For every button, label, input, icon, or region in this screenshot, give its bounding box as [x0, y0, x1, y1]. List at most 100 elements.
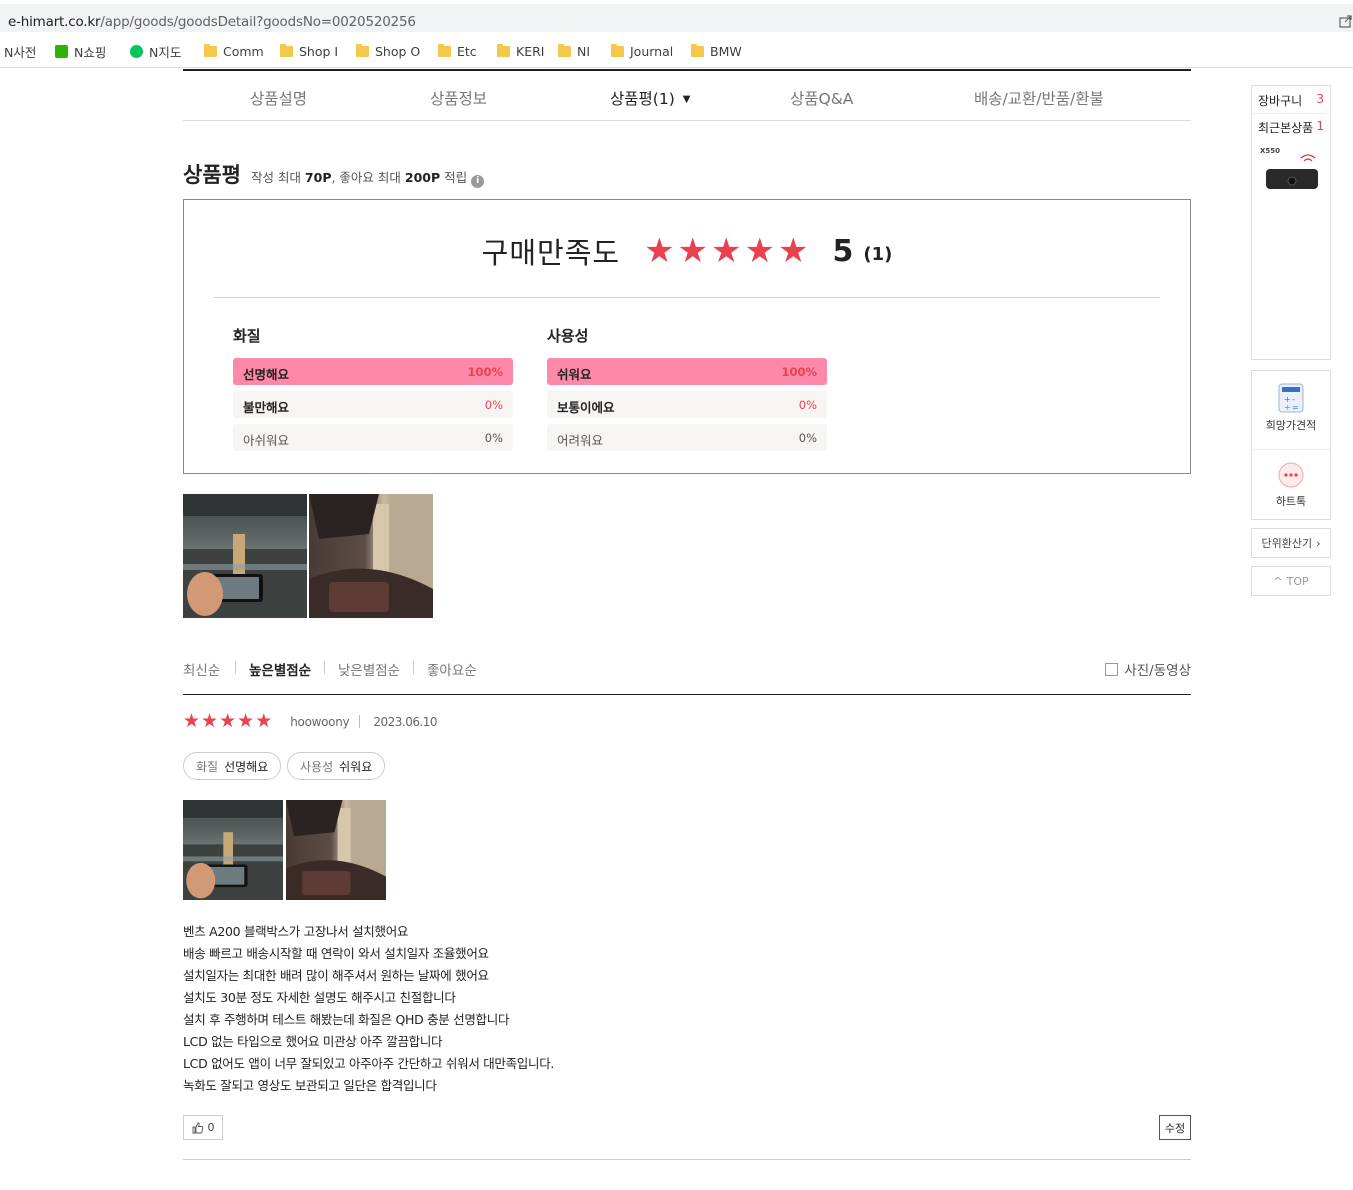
satisfaction-label: 구매만족도 [481, 236, 621, 270]
review-photo[interactable] [286, 800, 386, 900]
chevron-up-icon: ^ [1273, 574, 1283, 588]
bookmark-folder-shop-i[interactable]: Shop I [280, 41, 338, 61]
sort-highest-rating[interactable]: 높은별점순 [249, 659, 311, 679]
review-line: 설치 후 주행하며 테스트 해봤는데 화질은 QHD 충분 선명합니다 [183, 1012, 510, 1027]
sort-latest[interactable]: 최신순 [183, 659, 220, 679]
dashcam-mounted-photo [286, 800, 386, 900]
chip-value: 선명해요 [224, 759, 269, 774]
bookmark-folder-etc[interactable]: Etc [438, 41, 477, 61]
star-icon: ★ [644, 231, 675, 271]
attribute-percent: 0% [798, 398, 817, 412]
chat-link[interactable]: 하트톡 [1252, 461, 1330, 509]
bookmark-folder-bmw[interactable]: BMW [691, 41, 742, 61]
bookmark-label: BMW [710, 43, 742, 59]
naver-map-icon [130, 44, 143, 58]
chip-value: 쉬워요 [339, 759, 373, 774]
bookmark-label: N지도 [149, 44, 182, 60]
sort-lowest-rating[interactable]: 낮은별점순 [338, 659, 400, 679]
price-quote-link[interactable]: + - ÷ = 희망가견적 [1252, 383, 1330, 433]
share-icon[interactable] [1339, 14, 1353, 28]
review-photo-thumbnail[interactable] [183, 494, 307, 618]
review-section-title: 상품평 [183, 163, 241, 187]
star-icon: ★ [183, 710, 201, 732]
chip-key: 화질 [196, 759, 219, 774]
tab-description[interactable]: 상품설명 [250, 87, 307, 109]
review-line: 벤츠 A200 블랙박스가 고장나서 설치했어요 [183, 924, 409, 939]
review-sort-bar: 최신순 높은별점순 낮은별점순 좋아요순 사진/동영상 [183, 654, 1191, 695]
bookmark-nshopping[interactable]: N쇼핑 [55, 41, 106, 61]
tab-info[interactable]: 상품정보 [430, 87, 487, 109]
bookmark-label: Comm [223, 43, 264, 59]
chat-bubble-icon [1278, 462, 1304, 488]
folder-icon [558, 43, 571, 57]
address-bar[interactable]: e-himart.co.kr/app/goods/goodsDetail?goo… [0, 4, 1353, 32]
bookmark-ndic[interactable]: N사전 [4, 41, 36, 61]
cart-link[interactable]: 장바구니 3 [1258, 92, 1324, 109]
unit-converter-button[interactable]: 단위환산기 › [1251, 528, 1331, 558]
recent-products-link[interactable]: 최근본상품 1 [1258, 119, 1324, 136]
attribute-label: 선명해요 [243, 367, 290, 382]
review-attribute-chip: 화질 선명해요 [183, 752, 282, 780]
review-point-note: 작성 최대 70P, 좋아요 최대 200P 적립 i [250, 167, 485, 188]
review-header: ★ ★ ★ ★ ★ hoowoony 2023.06.10 [183, 710, 438, 732]
tab-reviews[interactable]: 상품평(1) ▼ [610, 87, 690, 109]
thumbs-up-icon [192, 1122, 203, 1133]
attribute-percent: 100% [467, 365, 503, 379]
sort-divider [413, 661, 414, 674]
note-text: 적립 [440, 170, 468, 185]
review-author: hoowoony [290, 714, 350, 729]
url-host: e-himart.co.kr [8, 14, 101, 30]
bookmark-label: KERI [516, 43, 545, 59]
scroll-top-button[interactable]: ^ TOP [1251, 566, 1331, 596]
tab-reviews-label: 상품평(1) [610, 90, 675, 108]
tab-qna[interactable]: 상품Q&A [790, 87, 853, 109]
bookmark-folder-comm[interactable]: Comm [204, 41, 264, 61]
attribute-bar: 선명해요 100% [233, 358, 513, 385]
bookmark-folder-ni[interactable]: NI [558, 41, 590, 61]
edit-review-button[interactable]: 수정 [1159, 1115, 1191, 1140]
recent-product-text: X550 [1260, 147, 1281, 155]
chip-key: 사용성 [300, 759, 334, 774]
bookmark-label: Shop O [375, 43, 421, 59]
tab-shipping-returns[interactable]: 배송/교환/반품/환불 [974, 87, 1104, 109]
sidebar-divider [1252, 113, 1330, 114]
address-text[interactable]: e-himart.co.kr/app/goods/goodsDetail?goo… [8, 14, 416, 30]
browser-url-bar: e-himart.co.kr/app/goods/goodsDetail?goo… [0, 0, 1353, 36]
star-icon: ★ [778, 231, 809, 271]
info-icon[interactable]: i [471, 175, 485, 188]
review-body: 벤츠 A200 블랙박스가 고장나서 설치했어요 배송 빠르고 배송시작할 때 … [183, 921, 554, 1097]
attribute-bar: 어려워요 0% [547, 424, 827, 451]
attribute-label: 보통이에요 [557, 400, 615, 415]
chat-label: 하트톡 [1275, 495, 1307, 508]
like-button[interactable]: 0 [183, 1115, 223, 1140]
review-line: LCD 없는 타입으로 했어요 미관상 아주 깔끔합니다 [183, 1034, 443, 1049]
bookmark-folder-keri[interactable]: KERI [497, 41, 544, 61]
attribute-percent: 0% [484, 431, 503, 445]
unit-converter-label: 단위환산기 [1261, 537, 1313, 550]
bookmark-folder-shop-o[interactable]: Shop O [356, 41, 420, 61]
note-points-write: 70P [304, 170, 332, 185]
sort-most-liked[interactable]: 좋아요순 [427, 659, 477, 679]
photo-video-filter[interactable]: 사진/동영상 [1105, 659, 1191, 679]
attribute-bar: 아쉬워요 0% [233, 424, 513, 451]
bookmark-label: N쇼핑 [74, 44, 107, 60]
note-text: 작성 최대 [250, 170, 305, 185]
satisfaction-row: 구매만족도 ★ ★ ★ ★ ★ 5 (1) [184, 230, 1190, 272]
folder-icon [204, 43, 217, 57]
review-photo[interactable] [183, 800, 283, 900]
star-icon: ★ [744, 231, 775, 271]
bookmark-nmap[interactable]: N지도 [130, 41, 181, 61]
satisfaction-score: 5 [832, 233, 854, 269]
dashcam-phone-photo [183, 494, 307, 618]
bookmark-folder-journal[interactable]: Journal [611, 41, 673, 61]
review-line: 녹화도 잘되고 영상도 보관되고 일단은 합격입니다 [183, 1078, 437, 1093]
recent-label: 최근본상품 [1258, 121, 1314, 135]
photo-filter-checkbox[interactable] [1105, 662, 1119, 676]
sort-divider [235, 661, 236, 674]
attribute-percent: 0% [798, 431, 817, 445]
sort-divider [324, 661, 325, 674]
review-line: 설치일자는 최대한 배려 많이 해주셔서 원하는 날짜에 했어요 [183, 968, 489, 983]
attribute-label: 어려워요 [557, 433, 604, 448]
review-photo-thumbnail[interactable] [309, 494, 433, 618]
recent-product-thumbnail[interactable]: X550 [1258, 141, 1324, 196]
